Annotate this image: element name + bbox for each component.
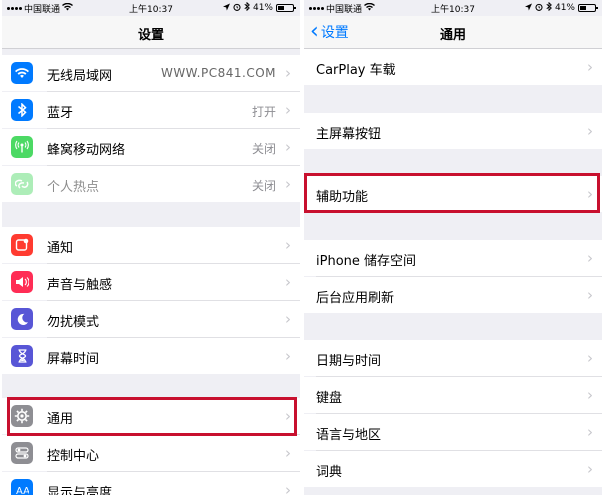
moon-icon: [11, 308, 33, 330]
battery-percent: 41%: [554, 3, 575, 13]
settings-row-sounds[interactable]: 声音与触感 ›: [2, 264, 300, 300]
chevron-right-icon: ›: [285, 175, 291, 193]
battery-icon: [276, 4, 296, 12]
alarm-icon: [233, 3, 241, 14]
alarm-icon: [535, 3, 543, 14]
location-icon: [524, 3, 532, 14]
general-row-home-button[interactable]: 主屏幕按钮 ›: [304, 113, 602, 149]
page-title: 设置: [137, 28, 164, 43]
settings-screen: 中国联通 上午10:37 41% 设置 无线局域网 WWW.PC841.COM …: [2, 0, 300, 495]
row-value: 关闭: [251, 142, 276, 156]
chevron-right-icon: ›: [587, 349, 593, 367]
chevron-right-icon: ›: [285, 444, 291, 462]
bluetooth-status-icon: [546, 1, 552, 14]
row-label: CarPlay 车载: [316, 63, 396, 78]
row-label: 个人热点: [47, 180, 100, 195]
chevron-right-icon: ›: [587, 286, 593, 304]
row-value: WWW.PC841.COM: [160, 66, 276, 80]
hotspot-icon: [11, 173, 33, 195]
settings-row-do-not-disturb[interactable]: 勿扰模式 ›: [2, 301, 300, 337]
settings-row-wifi[interactable]: 无线局域网 WWW.PC841.COM ›: [2, 55, 300, 91]
nav-bar: 设置: [2, 16, 300, 49]
row-label: 后台应用刷新: [316, 291, 395, 306]
chevron-right-icon: ›: [285, 481, 291, 495]
settings-row-cellular[interactable]: 蜂窝移动网络 关闭 ›: [2, 129, 300, 165]
wifi-icon: [11, 62, 33, 84]
settings-row-notifications[interactable]: 通知 ›: [2, 227, 300, 263]
notifications-icon: [11, 234, 33, 256]
settings-row-hotspot[interactable]: 个人热点 关闭 ›: [2, 166, 300, 202]
status-bar: 中国联通 上午10:37 41%: [2, 0, 300, 16]
row-label: 显示与亮度: [47, 486, 113, 495]
row-label: 语言与地区: [316, 428, 382, 443]
chevron-right-icon: ›: [587, 58, 593, 76]
highlight-box: [304, 173, 600, 213]
bluetooth-status-icon: [244, 1, 250, 14]
status-bar: 中国联通 上午10:37 41%: [304, 0, 602, 16]
svg-text:AA: AA: [16, 486, 29, 495]
chevron-right-icon: ›: [285, 236, 291, 254]
toggles-icon: [11, 442, 33, 464]
row-label: 蜂窝移动网络: [47, 143, 126, 158]
row-label: 屏幕时间: [47, 352, 100, 367]
row-label: 主屏幕按钮: [316, 127, 382, 142]
chevron-right-icon: ›: [587, 460, 593, 478]
chevron-right-icon: ›: [285, 101, 291, 119]
row-value: 打开: [251, 105, 276, 119]
battery-icon: [578, 4, 598, 12]
chevron-right-icon: ›: [285, 310, 291, 328]
cellular-icon: [11, 136, 33, 158]
row-label: 声音与触感: [47, 278, 113, 293]
row-label: 通知: [47, 241, 74, 256]
chevron-right-icon: ›: [285, 138, 291, 156]
chevron-right-icon: ›: [285, 64, 291, 82]
row-label: 日期与时间: [316, 354, 382, 369]
settings-row-control-center[interactable]: 控制中心 ›: [2, 435, 300, 471]
display-icon: AA: [11, 479, 33, 495]
row-label: 词典: [316, 465, 343, 480]
row-label: 控制中心: [47, 449, 100, 464]
chevron-right-icon: ›: [285, 273, 291, 291]
general-row-language-region[interactable]: 语言与地区 ›: [304, 414, 602, 450]
chevron-right-icon: ›: [587, 122, 593, 140]
row-value: 关闭: [251, 179, 276, 193]
settings-row-bluetooth[interactable]: 蓝牙 打开 ›: [2, 92, 300, 128]
general-row-storage[interactable]: iPhone 储存空间 ›: [304, 240, 602, 276]
page-title: 通用: [439, 28, 466, 43]
general-row-dictionary[interactable]: 词典 ›: [304, 451, 602, 487]
chevron-right-icon: ›: [587, 386, 593, 404]
row-label: iPhone 储存空间: [316, 254, 417, 269]
row-label: 键盘: [316, 391, 343, 406]
general-row-background-refresh[interactable]: 后台应用刷新 ›: [304, 277, 602, 313]
hourglass-icon: [11, 345, 33, 367]
nav-bar: ‹ 设置 通用: [304, 16, 602, 49]
row-label: 蓝牙: [47, 106, 74, 121]
row-label: 勿扰模式: [47, 315, 100, 330]
general-row-carplay[interactable]: CarPlay 车载 ›: [304, 49, 602, 85]
sound-icon: [11, 271, 33, 293]
settings-row-screen-time[interactable]: 屏幕时间 ›: [2, 338, 300, 374]
battery-percent: 41%: [252, 3, 273, 13]
general-row-date-time[interactable]: 日期与时间 ›: [304, 340, 602, 376]
chevron-right-icon: ›: [587, 249, 593, 267]
chevron-right-icon: ›: [587, 423, 593, 441]
general-row-keyboard[interactable]: 键盘 ›: [304, 377, 602, 413]
location-icon: [222, 3, 230, 14]
bluetooth-icon: [11, 99, 33, 121]
row-label: 无线局域网: [47, 69, 113, 84]
highlight-box: [7, 397, 297, 436]
chevron-right-icon: ›: [285, 347, 291, 365]
settings-row-display[interactable]: AA 显示与亮度 ›: [2, 472, 300, 495]
general-screen: 中国联通 上午10:37 41% ‹ 设置 通用 CarPlay 车载 › 主屏…: [304, 0, 602, 495]
